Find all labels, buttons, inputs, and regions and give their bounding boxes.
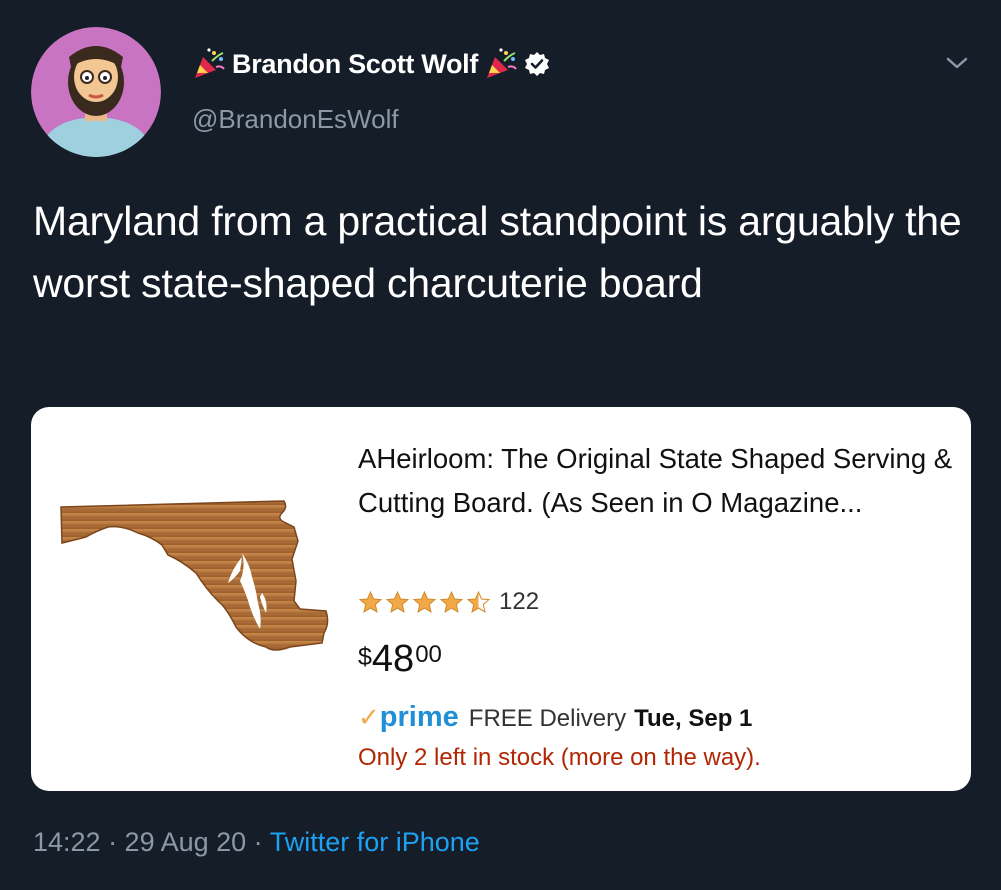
prime-check-icon: ✓ [358,702,380,732]
price-whole: 48 [371,638,415,680]
party-popper-icon [192,47,226,81]
price-fraction: 00 [415,641,442,668]
stock-status: Only 2 left in stock (more on the way). [358,744,761,771]
star-icon [385,590,410,615]
review-count[interactable]: 122 [499,588,539,616]
tweet-text: Maryland from a practical standpoint is … [33,198,962,306]
display-name[interactable]: Brandon Scott Wolf [232,49,478,80]
prime-logo: prime [379,701,459,733]
star-icon [412,590,437,615]
delivery-date: Tue, Sep 1 [634,705,753,732]
avatar[interactable] [31,27,161,157]
chevron-down-icon[interactable] [940,48,974,78]
verified-badge-icon [524,51,550,77]
tweet-meta: 14:22 · 29 Aug 20 · Twitter for iPhone [33,827,480,858]
author-handle[interactable]: @BrandonEsWolf [192,104,399,135]
price-symbol: $ [358,643,372,671]
product-card[interactable]: AHeirloom: The Original State Shaped Ser… [31,407,971,791]
product-title[interactable]: AHeirloom: The Original State Shaped Ser… [358,437,958,525]
tweet-timestamp[interactable]: 14:22 · 29 Aug 20 · [33,827,263,857]
star-icon [358,590,383,615]
rating-row[interactable]: 122 [358,585,539,619]
party-popper-icon [484,47,518,81]
price: $ 48 00 [358,637,442,681]
maryland-board-image [56,497,361,672]
star-icon [439,590,464,615]
star-half-icon [466,590,491,615]
delivery-text: FREE Delivery [468,705,627,732]
author-name-row[interactable]: Brandon Scott Wolf [192,44,550,84]
tweet-source-link[interactable]: Twitter for iPhone [270,827,480,857]
prime-delivery-row: ✓ prime FREE Delivery Tue, Sep 1 [358,701,752,734]
